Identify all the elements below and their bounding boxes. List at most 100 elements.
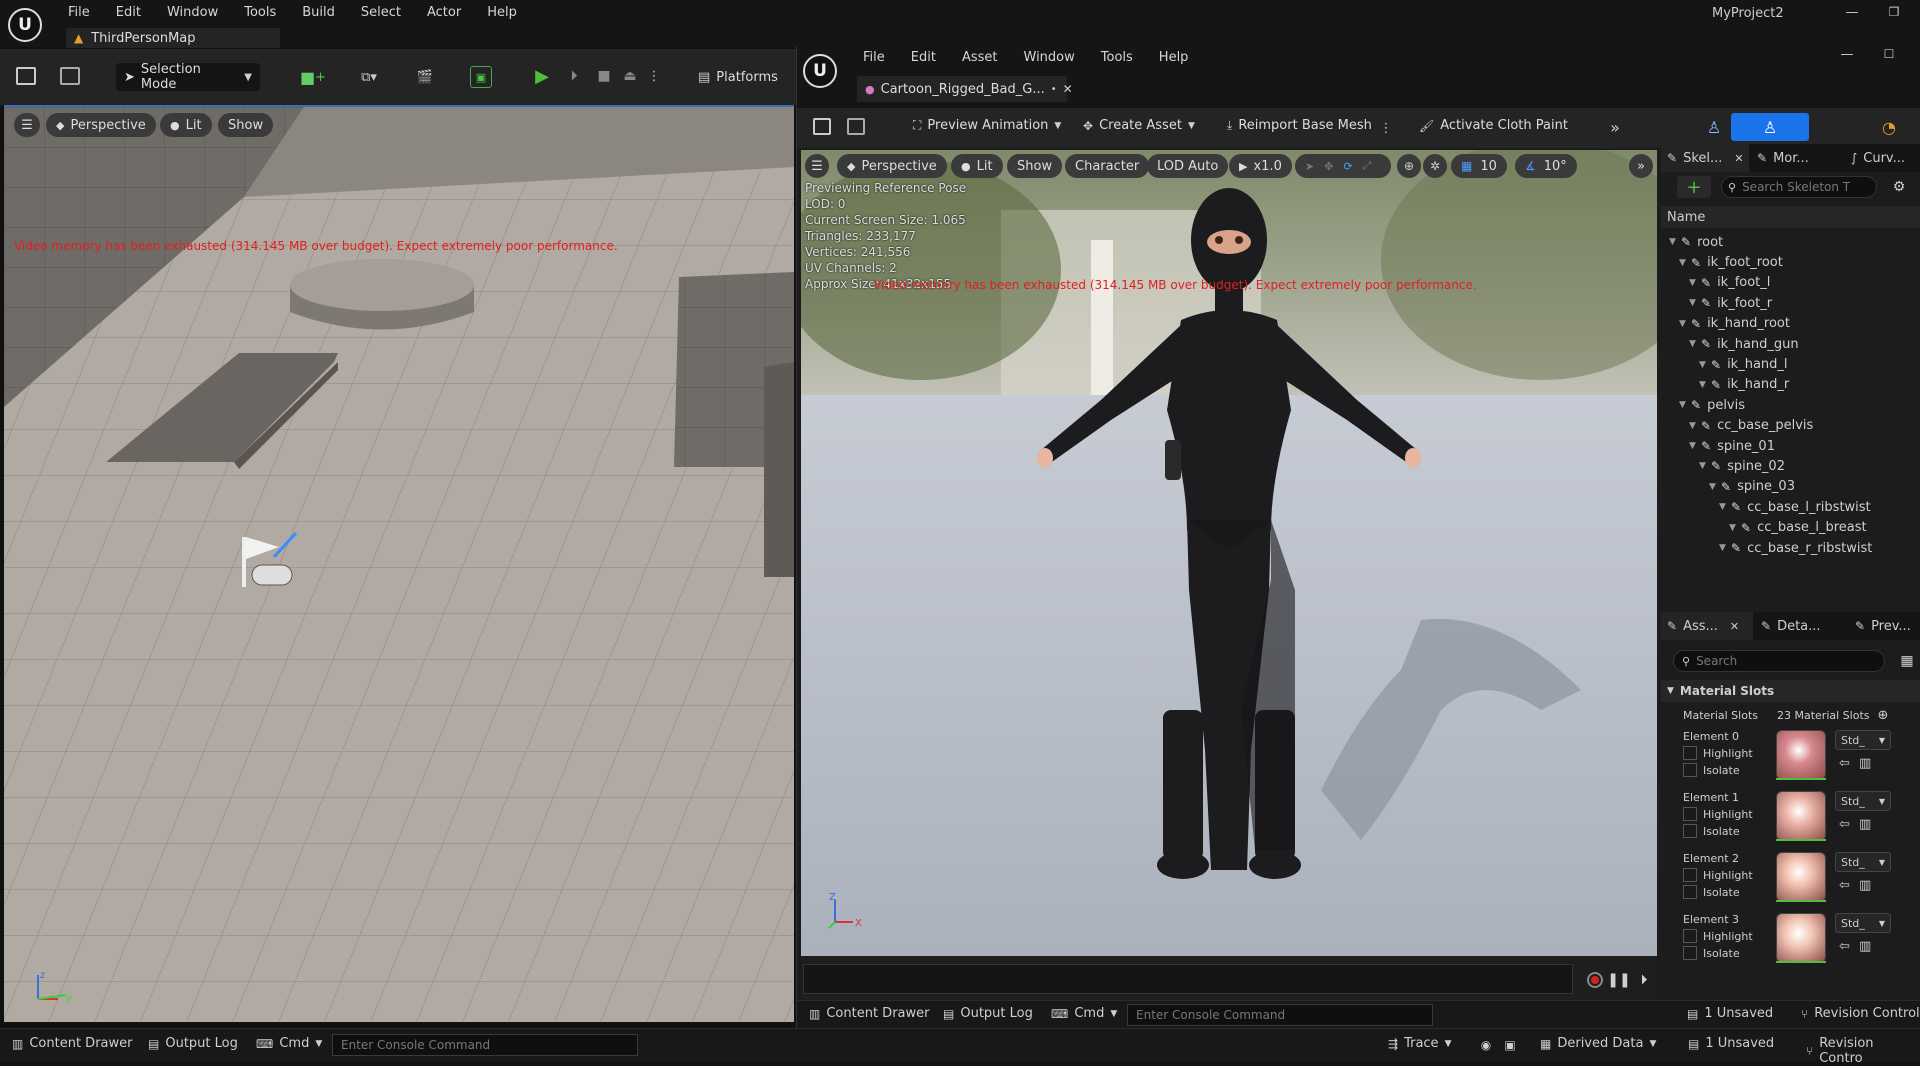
material-dropdown[interactable]: Std_ ▼ (1835, 791, 1891, 811)
animation-mode-icon[interactable]: ◔ (1857, 113, 1920, 141)
asset-minimize-icon[interactable]: — (1837, 44, 1857, 64)
material-dropdown[interactable]: Std_ ▼ (1835, 852, 1891, 872)
menu-select[interactable]: Select (361, 5, 401, 20)
lod-button[interactable]: LOD Auto (1147, 154, 1229, 178)
expand-arrow-icon[interactable]: ▼ (1699, 360, 1709, 370)
expand-toolbar-icon[interactable]: » (1605, 116, 1625, 138)
tab-morph-targets[interactable]: ✎ Mor... (1749, 151, 1845, 166)
tab-skeleton-tree[interactable]: ✎ Skel... ✕ (1661, 144, 1749, 172)
use-asset-icon[interactable]: ⇦ (1839, 817, 1850, 832)
material-dropdown[interactable]: Std_ ▼ (1835, 913, 1891, 933)
bone-row[interactable]: ▼ ✎ ik_hand_r (1661, 375, 1920, 395)
bone-row[interactable]: ▼ ✎ root (1661, 232, 1920, 252)
material-thumbnail[interactable] (1776, 791, 1826, 841)
asset-browse-icon[interactable] (847, 118, 865, 135)
use-asset-icon[interactable]: ⇦ (1839, 878, 1850, 893)
bone-row[interactable]: ▼ ✎ pelvis (1661, 395, 1920, 415)
timeline-track[interactable] (803, 964, 1573, 994)
asset-revision-control-button[interactable]: ⑂ Revision Control (1801, 1006, 1920, 1021)
asset-menu-file[interactable]: File (863, 50, 885, 65)
expand-arrow-icon[interactable]: ▼ (1709, 482, 1719, 492)
isolate-checkbox[interactable] (1683, 946, 1697, 960)
asset-menu-edit[interactable]: Edit (911, 50, 936, 65)
expand-arrow-icon[interactable]: ▼ (1669, 237, 1679, 247)
reimport-button[interactable]: ⤓ Reimport Base Mesh (1227, 118, 1372, 133)
lit-button[interactable]: ● Lit (160, 113, 212, 137)
bone-row[interactable]: ▼ ✎ ik_hand_l (1661, 354, 1920, 374)
viewport-menu-button[interactable]: ☰ (14, 113, 40, 137)
isolate-checkbox[interactable] (1683, 885, 1697, 899)
tab-curves[interactable]: ∫ Curv... (1845, 151, 1911, 166)
more-options-icon[interactable]: ⋮ (1380, 118, 1393, 138)
unreal-logo-icon[interactable]: U (8, 8, 42, 42)
mode-toggle-icon[interactable]: ▣ (470, 66, 492, 88)
asset-console-input[interactable]: Enter Console Command (1127, 1004, 1433, 1026)
preview-viewport[interactable]: ☰ ◆ Perspective ● Lit Show Character LOD… (801, 150, 1657, 1002)
character-button[interactable]: Character (1065, 154, 1150, 178)
table-view-icon[interactable]: ▦ (1897, 650, 1917, 672)
main-revision-control-button[interactable]: ⑂ Revision Contro (1806, 1036, 1920, 1066)
bone-row[interactable]: ▼ ✎ ik_foot_l (1661, 273, 1920, 293)
browse-asset-icon[interactable]: ▥ (1859, 878, 1871, 893)
angle-snap-button[interactable]: ∡ 10° (1515, 154, 1577, 178)
preview-perspective-button[interactable]: ◆ Perspective (837, 154, 947, 178)
asset-content-drawer-button[interactable]: ▥ Content Drawer (809, 1006, 929, 1021)
menu-window[interactable]: Window (167, 5, 218, 20)
highlight-checkbox[interactable] (1683, 868, 1697, 882)
asset-output-log-button[interactable]: ▤ Output Log (943, 1006, 1033, 1021)
eject-icon[interactable]: ⏏ (618, 64, 642, 88)
asset-menu-tools[interactable]: Tools (1101, 50, 1133, 65)
bone-row[interactable]: ▼ ✎ spine_02 (1661, 456, 1920, 476)
expand-arrow-icon[interactable]: ▼ (1679, 258, 1689, 268)
menu-actor[interactable]: Actor (427, 5, 461, 20)
preview-show-button[interactable]: Show (1007, 154, 1063, 178)
use-asset-icon[interactable]: ⇦ (1839, 756, 1850, 771)
record-status-icon[interactable]: ◉ (1478, 1037, 1494, 1053)
bone-row[interactable]: ▼ ✎ spine_01 (1661, 436, 1920, 456)
menu-help[interactable]: Help (487, 5, 517, 20)
save-icon[interactable] (16, 67, 36, 85)
menu-tools[interactable]: Tools (244, 5, 276, 20)
highlight-checkbox[interactable] (1683, 746, 1697, 760)
asset-menu-window[interactable]: Window (1024, 50, 1075, 65)
show-button[interactable]: Show (218, 113, 274, 137)
preview-lit-button[interactable]: ● Lit (951, 154, 1003, 178)
select-tool-icon[interactable]: ➤ (1305, 160, 1314, 173)
asset-save-icon[interactable] (813, 118, 831, 135)
browse-asset-icon[interactable]: ▥ (1859, 756, 1871, 771)
restore-icon[interactable]: ❐ (1884, 2, 1904, 22)
expand-arrow-icon[interactable]: ▼ (1679, 400, 1689, 410)
step-icon[interactable]: ⏵ (562, 64, 586, 88)
tab-details[interactable]: ✎ Deta... (1753, 619, 1849, 634)
expand-arrow-icon[interactable]: ▼ (1689, 421, 1699, 431)
playback-speed-button[interactable]: ▶ x1.0 (1229, 154, 1292, 178)
grid-snap-button[interactable]: ▦ 10 (1451, 154, 1507, 178)
expand-arrow-icon[interactable]: ▼ (1699, 461, 1709, 471)
browse-asset-icon[interactable]: ▥ (1859, 817, 1871, 832)
bone-row[interactable]: ▼ ✎ spine_03 (1661, 477, 1920, 497)
expand-arrow-icon[interactable]: ▼ (1719, 502, 1729, 512)
asset-tab[interactable]: ● Cartoon_Rigged_Bad_G... • ✕ (857, 76, 1073, 102)
move-tool-icon[interactable]: ✥ (1324, 160, 1333, 173)
perspective-button[interactable]: ◆ Perspective (46, 113, 156, 137)
unreal-logo-icon[interactable]: U (803, 54, 837, 88)
close-tab-icon[interactable]: ✕ (1734, 152, 1743, 165)
scale-tool-icon[interactable]: ⤢ (1363, 159, 1372, 173)
bone-row[interactable]: ▼ ✎ ik_hand_root (1661, 314, 1920, 334)
asset-maximize-icon[interactable]: ☐ (1879, 44, 1899, 64)
map-tab[interactable]: ▲ ThirdPersonMap (66, 28, 280, 48)
material-thumbnail[interactable] (1776, 913, 1826, 963)
expand-arrow-icon[interactable]: ▼ (1679, 319, 1689, 329)
material-thumbnail[interactable] (1776, 730, 1826, 780)
bone-row[interactable]: ▼ ✎ cc_base_r_ribstwist (1661, 538, 1920, 558)
material-dropdown[interactable]: Std_ ▼ (1835, 730, 1891, 750)
isolate-checkbox[interactable] (1683, 824, 1697, 838)
main-cmd-button[interactable]: ⌨ Cmd ▼ (256, 1036, 322, 1051)
highlight-checkbox[interactable] (1683, 929, 1697, 943)
browse-icon[interactable] (60, 67, 80, 85)
minimize-icon[interactable]: — (1842, 2, 1862, 22)
cinematics-icon[interactable]: 🎬 (406, 66, 444, 88)
asset-menu-help[interactable]: Help (1159, 50, 1189, 65)
menu-file[interactable]: File (68, 5, 90, 20)
bone-row[interactable]: ▼ ✎ ik_foot_root (1661, 252, 1920, 272)
